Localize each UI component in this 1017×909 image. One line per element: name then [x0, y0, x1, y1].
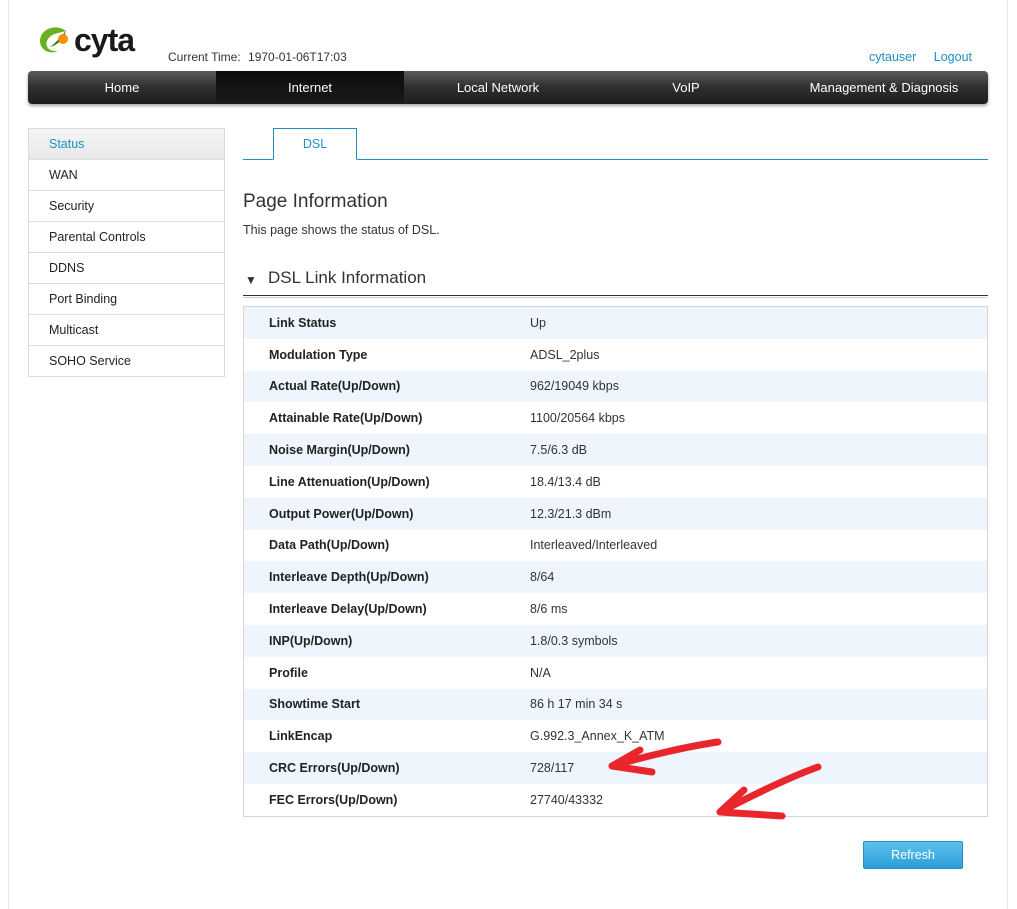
current-time: Current Time: 1970-01-06T17:03: [168, 50, 347, 64]
row-label: Modulation Type: [269, 347, 368, 362]
logout-link[interactable]: Logout: [934, 50, 972, 64]
row-value: 7.5/6.3 dB: [530, 443, 587, 458]
table-row: Modulation Type ADSL_2plus: [244, 338, 987, 371]
row-label: CRC Errors(Up/Down): [269, 761, 400, 776]
table-row: Data Path(Up/Down) Interleaved/Interleave…: [244, 529, 987, 562]
row-value: 962/19049 kbps: [530, 379, 619, 394]
cyta-logo[interactable]: cyta: [36, 22, 135, 58]
sidebar-item-soho-service[interactable]: SOHO Service: [29, 346, 224, 377]
table-row: FEC Errors(Up/Down) 27740/43332: [244, 783, 987, 816]
row-value: G.992.3_Annex_K_ATM: [530, 729, 665, 744]
row-value: 18.4/13.4 dB: [530, 474, 601, 489]
sidebar-item-parental-controls[interactable]: Parental Controls: [29, 222, 224, 253]
table-row: Interleave Delay(Up/Down) 8/6 ms: [244, 593, 987, 625]
row-value: 12.3/21.3 dBm: [530, 506, 612, 521]
row-label: Attainable Rate(Up/Down): [269, 411, 423, 426]
row-label: Data Path(Up/Down): [269, 538, 390, 553]
row-label: FEC Errors(Up/Down): [269, 792, 398, 807]
cyta-logo-icon: [40, 27, 68, 53]
row-value: 8/64: [530, 570, 555, 585]
table-row: Interleave Depth(Up/Down) 8/64: [244, 561, 987, 594]
sidebar-item-ddns[interactable]: DDNS: [29, 253, 224, 284]
row-label: Line Attenuation(Up/Down): [269, 474, 430, 489]
sidebar: Status WAN Security Parental Controls DD…: [28, 128, 225, 377]
nav-home[interactable]: Home: [28, 71, 216, 104]
row-label: Showtime Start: [269, 697, 360, 712]
row-value: 27740/43332: [530, 792, 603, 807]
sidebar-item-wan[interactable]: WAN: [29, 160, 224, 191]
logo-text: cyta: [74, 22, 135, 58]
nav-voip[interactable]: VoIP: [592, 71, 780, 104]
collapse-triangle-icon: ▼: [245, 273, 257, 287]
table-row: Noise Margin(Up/Down) 7.5/6.3 dB: [244, 434, 987, 466]
row-value: Up: [530, 315, 546, 330]
page-description: This page shows the status of DSL.: [243, 223, 440, 237]
table-row: Attainable Rate(Up/Down) 1100/20564 kbps: [244, 402, 987, 435]
nav-internet[interactable]: Internet: [216, 71, 404, 104]
tab-bar: DSL: [243, 128, 988, 160]
row-value: 86 h 17 min 34 s: [530, 697, 623, 712]
row-value: 728/117: [530, 761, 575, 776]
table-row: Output Power(Up/Down) 12.3/21.3 dBm: [244, 497, 987, 530]
row-value: 8/6 ms: [530, 602, 568, 617]
row-label: Profile: [269, 665, 308, 680]
main-nav: Home Internet Local Network VoIP Managem…: [28, 71, 988, 104]
row-value: ADSL_2plus: [530, 347, 600, 362]
table-row: CRC Errors(Up/Down) 728/117: [244, 752, 987, 784]
row-value: Interleaved/Interleaved: [530, 538, 658, 553]
sidebar-item-multicast[interactable]: Multicast: [29, 315, 224, 346]
sidebar-item-security[interactable]: Security: [29, 191, 224, 222]
current-time-value: 1970-01-06T17:03: [248, 50, 347, 64]
sidebar-item-port-binding[interactable]: Port Binding: [29, 284, 224, 315]
row-value: 1.8/0.3 symbols: [530, 633, 618, 648]
row-value: 1100/20564 kbps: [530, 411, 625, 426]
row-label: Interleave Delay(Up/Down): [269, 602, 427, 617]
row-value: N/A: [530, 665, 551, 680]
table-row: Showtime Start 86 h 17 min 34 s: [244, 688, 987, 721]
section-toggle-dsl-link-info[interactable]: ▼ DSL Link Information: [243, 265, 988, 298]
row-label: Noise Margin(Up/Down): [269, 443, 410, 458]
table-row: Actual Rate(Up/Down) 962/19049 kbps: [244, 370, 987, 403]
refresh-button[interactable]: Refresh: [863, 841, 963, 869]
user-links: cytauser Logout: [855, 50, 972, 64]
dsl-info-table: Link Status Up Modulation Type ADSL_2plus Ac…: [243, 306, 988, 817]
row-label: Output Power(Up/Down): [269, 506, 414, 521]
page-title: Page Information: [243, 191, 388, 212]
sidebar-item-status[interactable]: Status: [29, 129, 224, 160]
row-label: Actual Rate(Up/Down): [269, 379, 401, 394]
table-row: Profile N/A: [244, 656, 987, 689]
row-label: Interleave Depth(Up/Down): [269, 570, 429, 585]
nav-local-network[interactable]: Local Network: [404, 71, 592, 104]
section-title: DSL Link Information: [268, 268, 427, 287]
row-label: INP(Up/Down): [269, 633, 353, 648]
nav-management-diagnosis[interactable]: Management & Diagnosis: [780, 71, 988, 104]
tab-dsl[interactable]: DSL: [273, 128, 357, 160]
current-time-label: Current Time:: [168, 50, 241, 64]
table-row: INP(Up/Down) 1.8/0.3 symbols: [244, 624, 987, 657]
username-link[interactable]: cytauser: [869, 50, 916, 64]
table-row: Line Attenuation(Up/Down) 18.4/13.4 dB: [244, 465, 987, 498]
table-row: LinkEncap G.992.3_Annex_K_ATM: [244, 720, 987, 753]
row-label: LinkEncap: [269, 729, 333, 744]
table-row: Link Status Up: [244, 307, 987, 339]
row-label: Link Status: [269, 315, 337, 330]
